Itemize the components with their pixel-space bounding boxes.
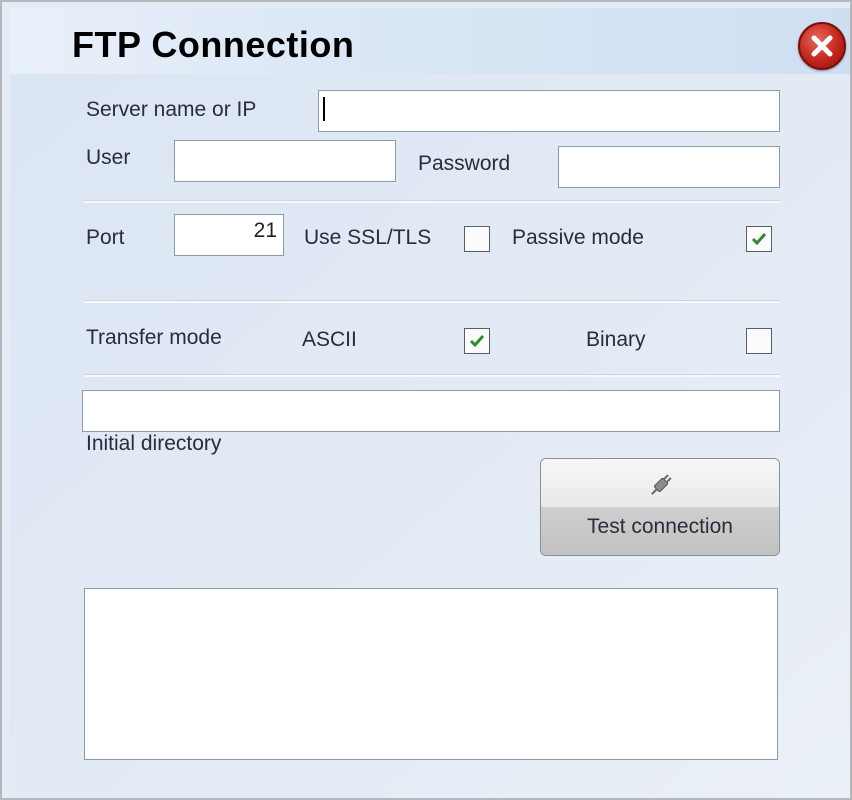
- connection-log-area[interactable]: [84, 588, 778, 760]
- checkmark-icon: [751, 233, 767, 246]
- user-label: User: [86, 146, 131, 169]
- port-label: Port: [86, 226, 125, 249]
- passive-label: Passive mode: [512, 226, 644, 249]
- test-connection-label: Test connection: [587, 515, 733, 538]
- passive-checkbox[interactable]: [746, 226, 772, 252]
- text-caret: [323, 97, 325, 121]
- server-input[interactable]: [318, 90, 780, 132]
- password-label: Password: [418, 152, 511, 175]
- test-connection-button[interactable]: Test connection: [540, 458, 780, 556]
- separator: [84, 374, 780, 377]
- separator: [84, 300, 780, 303]
- close-icon: [811, 35, 833, 57]
- initial-directory-label: Initial directory: [86, 432, 222, 455]
- dialog-title: FTP Connection: [72, 24, 355, 65]
- transfer-mode-label: Transfer mode: [86, 326, 222, 349]
- close-button[interactable]: [798, 22, 846, 70]
- binary-checkbox[interactable]: [746, 328, 772, 354]
- ascii-checkbox[interactable]: [464, 328, 490, 354]
- separator: [84, 200, 780, 203]
- binary-label: Binary: [586, 328, 646, 351]
- dialog-body: Server name or IP User Password Port 21 …: [10, 74, 850, 798]
- ssl-checkbox[interactable]: [464, 226, 490, 252]
- ftp-connection-dialog: FTP Connection Server name or IP User Pa…: [0, 0, 852, 800]
- user-input[interactable]: [174, 140, 396, 182]
- port-value: 21: [253, 219, 277, 242]
- checkmark-icon: [469, 335, 485, 348]
- port-input[interactable]: 21: [174, 214, 284, 256]
- plug-icon: [651, 474, 672, 495]
- password-input[interactable]: [558, 146, 780, 188]
- server-label: Server name or IP: [86, 98, 257, 121]
- ssl-label: Use SSL/TLS: [304, 226, 432, 249]
- initial-directory-input[interactable]: [82, 390, 780, 432]
- title-bar: FTP Connection: [10, 8, 850, 74]
- ascii-label: ASCII: [302, 328, 357, 351]
